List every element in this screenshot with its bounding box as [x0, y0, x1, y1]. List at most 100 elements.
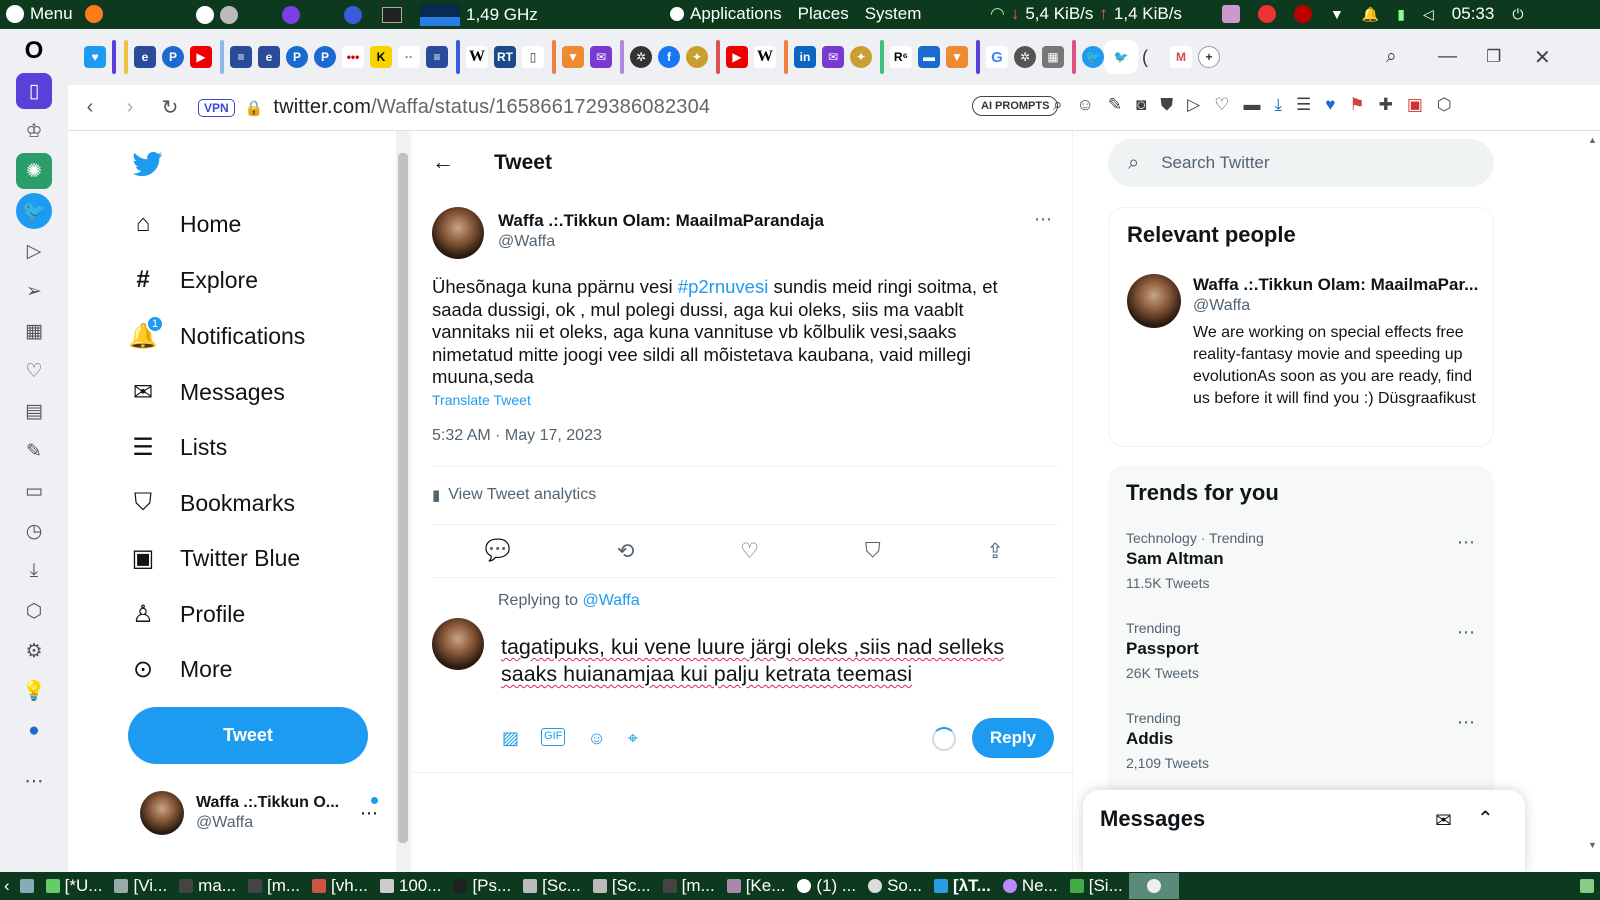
linkedin-tab-icon[interactable]: in	[794, 46, 816, 68]
volume-icon[interactable]: ◁	[1423, 6, 1434, 23]
person-name[interactable]: Waffa .:.Tikkun Olam: MaailmaPar...	[1193, 275, 1478, 295]
emoji-icon[interactable]: ☺	[587, 728, 605, 749]
back-icon[interactable]: ‹	[70, 96, 110, 119]
page-scrollbar[interactable]: ▲ ▼	[1586, 131, 1600, 872]
new-tab-icon[interactable]: +	[1198, 46, 1220, 68]
lightbulb-icon[interactable]: 💡	[16, 673, 52, 709]
image-icon[interactable]: ▨	[502, 728, 519, 749]
tab-favicon[interactable]: ✲	[1014, 46, 1036, 68]
tab-group-bar[interactable]	[112, 40, 116, 74]
puzzle-icon[interactable]: ✚	[1379, 95, 1393, 115]
send-icon[interactable]: ➢	[16, 273, 52, 309]
twitter-tab-icon[interactable]: 🐦	[1082, 46, 1104, 68]
person-handle[interactable]: @Waffa	[1193, 297, 1250, 315]
places-menu[interactable]: Places	[798, 4, 849, 24]
firefox-icon[interactable]	[84, 5, 103, 23]
trend-item[interactable]: Technology · Trending Sam Altman 11.5K T…	[1126, 530, 1476, 591]
ext-icon[interactable]: ⚑	[1349, 95, 1364, 115]
account-switcher[interactable]: Waffa .:.Tikkun O... @Waffa ⋯	[140, 791, 390, 835]
tab-favicon[interactable]: •••	[342, 46, 364, 68]
taskbar-item[interactable]: [Vi...	[108, 873, 173, 899]
search-page-icon[interactable]: ⌕	[1053, 95, 1063, 115]
translate-tweet-link[interactable]: Translate Tweet	[432, 392, 531, 408]
reply-button[interactable]: Reply	[972, 718, 1054, 758]
youtube-tab-icon[interactable]: ▶	[726, 46, 748, 68]
youtube-tab-icon[interactable]: ▶	[190, 46, 212, 68]
battery-icon[interactable]: ▮	[1397, 6, 1405, 23]
minimize-icon[interactable]: —	[1438, 46, 1457, 68]
new-message-icon[interactable]: ✉	[1435, 808, 1452, 833]
tab-search-icon[interactable]: ⌕	[1386, 46, 1397, 68]
messages-drawer[interactable]: Messages ✉ ⌃	[1083, 790, 1525, 872]
chatgpt-icon[interactable]: ✺	[16, 153, 52, 189]
tweet-button[interactable]: Tweet	[128, 707, 368, 764]
edit-icon[interactable]: ✎	[16, 433, 52, 469]
tab-group-bar[interactable]	[456, 40, 460, 74]
trash-icon[interactable]	[1574, 873, 1600, 899]
taskbar-item[interactable]: [vh...	[306, 873, 374, 899]
tray-update-icon[interactable]	[1258, 5, 1276, 23]
close-window-icon[interactable]: ✕	[1534, 45, 1551, 70]
google-tab-icon[interactable]: G	[986, 46, 1008, 68]
gmail-tab-icon[interactable]: M	[1170, 46, 1192, 68]
like-icon[interactable]: ♡	[740, 539, 759, 564]
ai-prompts-button[interactable]: AI PROMPTS	[972, 96, 1059, 116]
tab-favicon[interactable]: ▦	[1042, 46, 1064, 68]
expand-drawer-icon[interactable]: ⌃	[1477, 806, 1494, 831]
nav-bookmarks[interactable]: ⛉ Bookmarks	[128, 488, 295, 518]
taskbar-item[interactable]: [λT...	[928, 873, 997, 899]
taskbar-item[interactable]: Ne...	[997, 873, 1064, 899]
tab-favicon[interactable]: K	[370, 46, 392, 68]
shield-icon[interactable]: ⛊	[1160, 95, 1173, 115]
hashtag-link[interactable]: #p2rnuvesi	[678, 276, 769, 297]
nav-more[interactable]: ⊙ More	[128, 654, 232, 684]
settings-icon[interactable]: ⚙	[16, 633, 52, 669]
downloads-icon[interactable]: ⤓	[16, 553, 52, 589]
taskbar-item[interactable]: [Ps...	[447, 873, 517, 899]
tray-bell-icon[interactable]: 🔔	[1362, 6, 1379, 23]
taskbar-item[interactable]: 100...	[374, 873, 448, 899]
person-avatar[interactable]	[1127, 274, 1181, 328]
tab-group-bar[interactable]	[976, 40, 980, 74]
metamask-tab-icon[interactable]: ▼	[946, 46, 968, 68]
reply-icon[interactable]: 💬	[485, 539, 511, 564]
tab-group-bar[interactable]	[552, 40, 556, 74]
reply-input[interactable]: tagatipuks, kui vene luure järgi oleks ,…	[501, 634, 1061, 688]
location-icon[interactable]: ⌖	[628, 728, 638, 749]
download-toolbar-icon[interactable]: ⤓	[1275, 95, 1283, 115]
tweet-analytics-link[interactable]: ▮ View Tweet analytics	[432, 486, 596, 504]
system-menu[interactable]: System	[865, 4, 922, 24]
battery-saver-icon[interactable]: ▬	[1244, 95, 1261, 115]
author-avatar[interactable]	[432, 207, 484, 259]
tab-favicon[interactable]: e	[134, 46, 156, 68]
history-icon[interactable]: ◷	[16, 513, 52, 549]
scroll-down-icon[interactable]: ▼	[1588, 840, 1597, 850]
tab-group-bar[interactable]	[716, 40, 720, 74]
tab-favicon[interactable]: ✉	[822, 46, 844, 68]
tab-favicon[interactable]: ▯	[522, 46, 544, 68]
clock[interactable]: 05:33	[1452, 4, 1495, 24]
twitter-active-tab-icon[interactable]: 🐦	[1110, 46, 1132, 68]
scrollbar-thumb[interactable]	[398, 153, 408, 843]
trend-more-icon[interactable]: ⋯	[1457, 532, 1476, 553]
taskbar-item[interactable]: ma...	[173, 873, 242, 899]
facebook-tab-icon[interactable]: f	[658, 46, 680, 68]
player-icon[interactable]: ▷	[16, 233, 52, 269]
taskbar-scroll-left-icon[interactable]: ‹	[0, 873, 14, 899]
settings-cog-icon[interactable]	[220, 6, 238, 24]
taskbar-item[interactable]: [*U...	[40, 873, 109, 899]
sidebar-more-icon[interactable]: ⋯	[16, 763, 52, 799]
app-icon-a[interactable]	[196, 6, 214, 24]
author-handle[interactable]: @Waffa	[498, 233, 555, 251]
ext-icon[interactable]: ♥	[1325, 95, 1335, 115]
applications-menu[interactable]: Applications	[690, 4, 782, 24]
tab-group-bar[interactable]	[784, 40, 788, 74]
tray-record-icon[interactable]	[1294, 5, 1312, 23]
account-more-icon[interactable]: ⋯	[360, 803, 378, 824]
active-tab-title[interactable]: (	[1142, 47, 1148, 68]
news-icon[interactable]: ▤	[16, 393, 52, 429]
trend-item[interactable]: Trending Addis 2,109 Tweets	[1126, 710, 1476, 771]
left-scrollbar[interactable]	[396, 131, 410, 872]
nav-profile[interactable]: ♙ Profile	[128, 599, 245, 629]
search-input[interactable]: ⌕ Search Twitter	[1108, 139, 1494, 187]
